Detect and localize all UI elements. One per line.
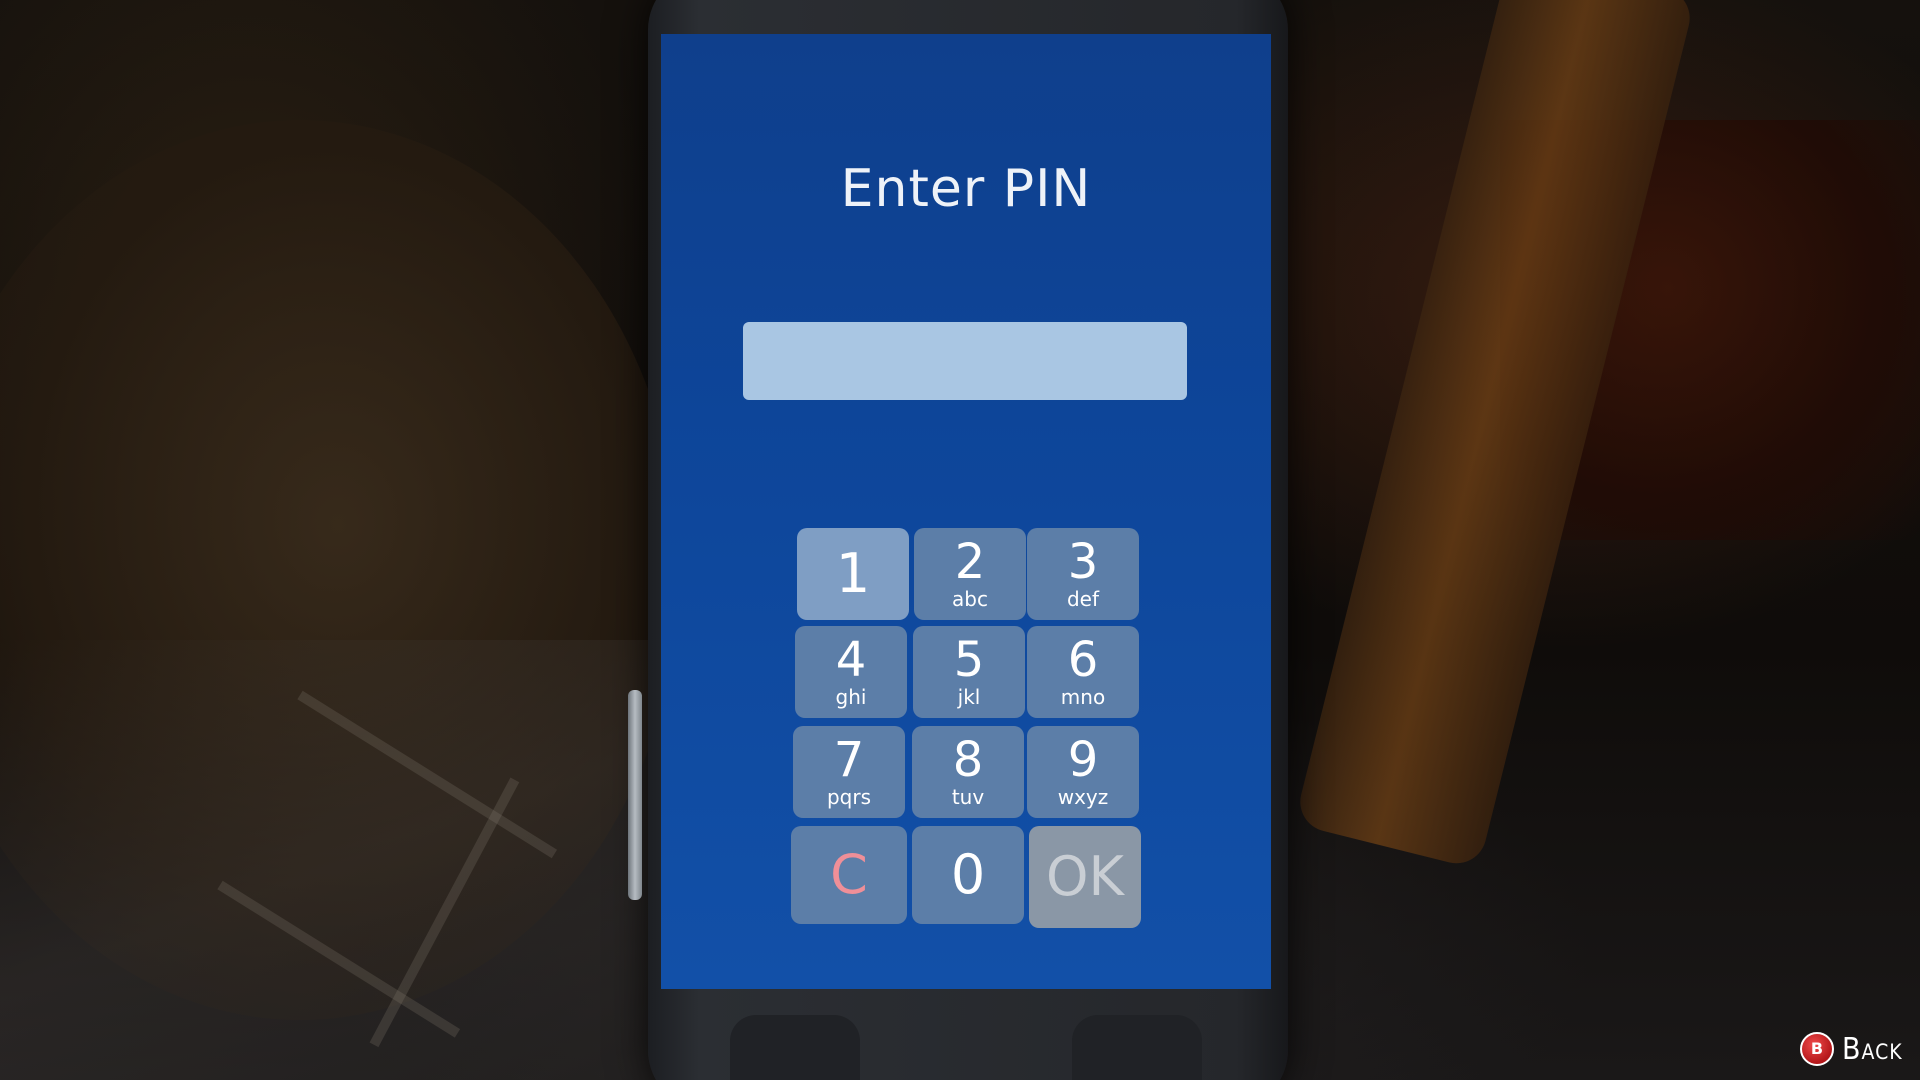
phone-screen: Enter PIN 1 2 abc 3 def 4 ghi 5 jkl 6 mn… [661,34,1271,989]
key-digit: 4 [835,632,867,688]
key-letters: mno [1060,685,1106,709]
key-6[interactable]: 6 mno [1027,626,1139,718]
key-digit: 1 [835,542,871,605]
b-button-icon: B [1800,1032,1834,1066]
phone-side-button [628,690,642,900]
key-digit: 6 [1067,632,1099,688]
key-digit: 0 [950,843,986,906]
key-letters: ghi [835,685,867,709]
key-digit: 7 [833,732,865,788]
key-1[interactable]: 1 [797,528,909,620]
key-3[interactable]: 3 def [1027,528,1139,620]
phone-bottom-key-left [730,1015,860,1080]
key-7[interactable]: 7 pqrs [793,726,905,818]
key-digit: 9 [1067,732,1099,788]
key-digit: 2 [954,534,986,590]
key-letters: pqrs [826,785,872,809]
key-digit: 5 [953,632,985,688]
clear-key[interactable]: C [791,826,907,924]
key-letters: tuv [951,785,985,809]
back-label: Back [1842,1031,1903,1067]
key-letters: jkl [957,685,981,709]
key-2[interactable]: 2 abc [914,528,1026,620]
back-prompt[interactable]: B Back [1800,1030,1903,1068]
key-digit: 8 [952,732,984,788]
key-4[interactable]: 4 ghi [795,626,907,718]
key-digit: C [830,843,868,906]
background-floor [0,640,700,1080]
key-9[interactable]: 9 wxyz [1027,726,1139,818]
game-scene: Enter PIN 1 2 abc 3 def 4 ghi 5 jkl 6 mn… [0,0,1920,1080]
key-letters: def [1066,587,1100,611]
key-0[interactable]: 0 [912,826,1024,924]
key-5[interactable]: 5 jkl [913,626,1025,718]
key-digit: OK [1046,845,1124,908]
ok-key[interactable]: OK [1029,826,1141,928]
phone-bottom-key-right [1072,1015,1202,1080]
key-8[interactable]: 8 tuv [912,726,1024,818]
key-digit: 3 [1067,534,1099,590]
key-letters: wxyz [1057,785,1109,809]
keypad: 1 2 abc 3 def 4 ghi 5 jkl 6 mno 7 pqrs 8… [661,34,1271,989]
key-letters: abc [952,587,988,611]
